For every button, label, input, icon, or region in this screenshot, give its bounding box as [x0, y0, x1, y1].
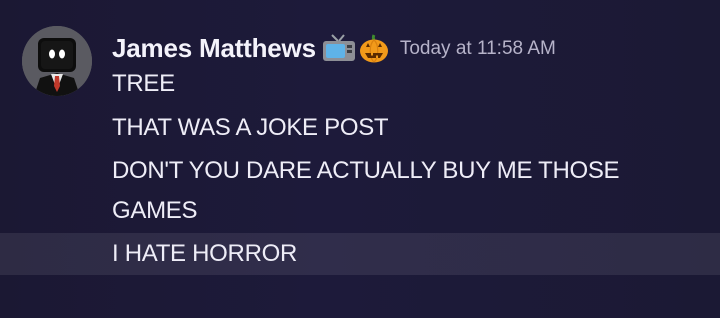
message-line: TREE: [112, 70, 175, 97]
message-header: James Matthews Today at 11:58 AM: [112, 30, 556, 66]
author-username[interactable]: James Matthews: [112, 33, 316, 64]
message-timestamp[interactable]: Today at 11:58 AM: [400, 38, 556, 60]
message-line: DON'T YOU DARE ACTUALLY BUY ME THOSE: [112, 157, 620, 184]
chat-message: James Matthews Today at 11:58 AM TREE TH…: [0, 0, 720, 318]
message-line: THAT WAS A JOKE POST: [112, 114, 389, 141]
jack-o-lantern-icon: [358, 32, 390, 64]
message-line: GAMES: [112, 197, 198, 224]
message-line-hovered[interactable]: I HATE HORROR: [0, 233, 720, 275]
tv-icon: [322, 33, 356, 63]
